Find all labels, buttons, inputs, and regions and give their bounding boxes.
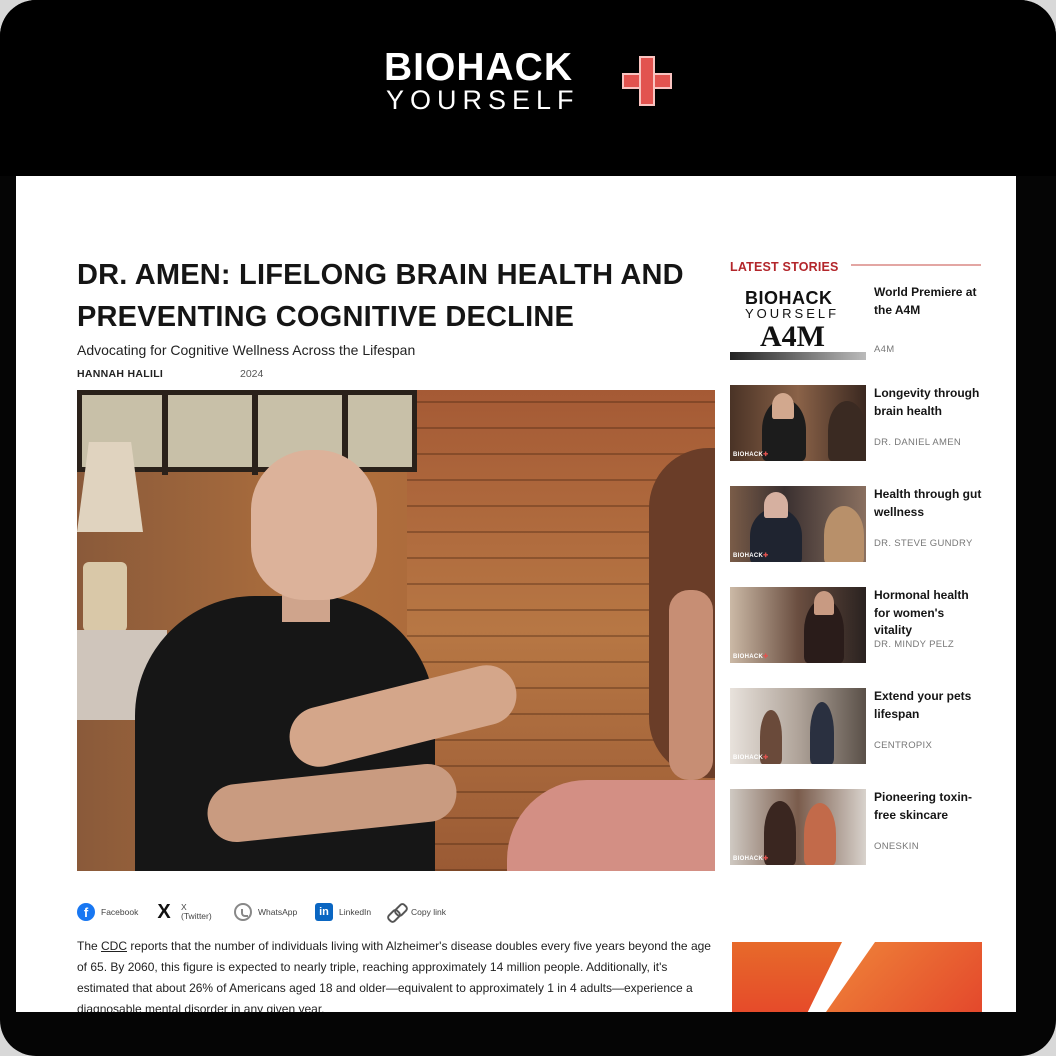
story-item[interactable]: BIOHACK✚ Longevity through brain health …: [730, 385, 984, 465]
share-facebook-label: Facebook: [101, 906, 139, 917]
logo-yourself-text: YOURSELF: [386, 85, 580, 115]
copy-link-label: Copy link: [411, 906, 446, 917]
thumb-badge: BIOHACK✚: [733, 452, 769, 458]
body-text: reports that the number of individuals l…: [77, 939, 711, 1012]
page-content: DR. AMEN: LIFELONG BRAIN HEALTH AND PREV…: [16, 176, 1016, 1012]
cdc-link[interactable]: CDC: [101, 939, 127, 953]
story-author: ONESKIN: [874, 841, 919, 852]
story-title[interactable]: Longevity through brain health: [874, 385, 984, 420]
whatsapp-icon: [234, 903, 252, 921]
story-author: DR. STEVE GUNDRY: [874, 538, 973, 549]
latest-stories-heading: LATEST STORIES: [730, 260, 839, 274]
share-x-label: X (Twitter): [181, 903, 212, 921]
story-item[interactable]: BIOHACK✚ Health through gut wellness DR.…: [730, 486, 984, 566]
story-title[interactable]: Extend your pets lifespan: [874, 688, 984, 723]
article-title: DR. AMEN: LIFELONG BRAIN HEALTH AND PREV…: [77, 259, 684, 333]
link-icon: [387, 903, 405, 921]
story-title[interactable]: World Premiere at the A4M: [874, 284, 984, 319]
share-whatsapp-label: WhatsApp: [258, 906, 298, 917]
share-bar: f Facebook X X (Twitter) WhatsApp in Lin…: [77, 900, 717, 924]
thumb-badge: BIOHACK✚: [733, 553, 769, 559]
site-header: BIOHACK YOURSELF: [0, 0, 1056, 176]
story-thumbnail[interactable]: BIOHACK✚: [730, 587, 866, 663]
story-author: CENTROPIX: [874, 740, 933, 751]
story-thumbnail[interactable]: BIOHACK✚: [730, 789, 866, 865]
article-date: 2024: [240, 368, 264, 380]
story-thumbnail[interactable]: BIOHACK✚: [730, 486, 866, 562]
browser-frame: BIOHACK YOURSELF DR. AMEN: LIFELONG BRAI…: [0, 0, 1056, 1056]
story-item[interactable]: BIOHACK✚ Extend your pets lifespan CENTR…: [730, 688, 984, 768]
story-thumbnail[interactable]: BIOHACK✚: [730, 688, 866, 764]
linkedin-icon: in: [315, 903, 333, 921]
logo-biohack-text: BIOHACK: [384, 46, 573, 89]
x-icon: X: [157, 901, 171, 923]
share-x-button[interactable]: X X (Twitter): [153, 900, 212, 924]
body-prefix: The: [77, 939, 102, 953]
share-whatsapp-button[interactable]: WhatsApp: [234, 900, 297, 924]
article-body: The CDC reports that the number of indiv…: [77, 936, 717, 1012]
story-author: DR. DANIEL AMEN: [874, 437, 962, 448]
article-hero-image: [77, 390, 715, 871]
thumb-logo-subtext: YOURSELF: [745, 306, 840, 321]
heading-divider: [851, 264, 981, 266]
story-title[interactable]: Hormonal health for women's vitality: [874, 587, 984, 640]
story-author: DR. MINDY PELZ: [874, 639, 955, 650]
article-subtitle: Advocating for Cognitive Wellness Across…: [77, 342, 416, 358]
share-linkedin-label: LinkedIn: [339, 906, 372, 917]
site-logo[interactable]: BIOHACK YOURSELF: [384, 48, 684, 118]
story-item[interactable]: BIOHACK✚ Pioneering toxin-free skincare …: [730, 789, 984, 869]
sidebar-ad-banner[interactable]: [732, 942, 982, 1012]
story-title[interactable]: Health through gut wellness: [874, 486, 984, 521]
article-author[interactable]: HANNAH HALILI: [77, 368, 163, 380]
thumb-badge: BIOHACK✚: [733, 856, 769, 862]
facebook-icon: f: [77, 903, 95, 921]
story-thumbnail[interactable]: BIOHACK✚: [730, 385, 866, 461]
latest-stories-sidebar: LATEST STORIES BIOHACK YOURSELF A4M Worl…: [730, 258, 984, 865]
story-title[interactable]: Pioneering toxin-free skincare: [874, 789, 984, 824]
thumb-a4m-text: A4M: [760, 320, 825, 353]
logo-plus-icon: [622, 56, 672, 106]
share-facebook-button[interactable]: f Facebook: [77, 900, 138, 924]
story-item[interactable]: BIOHACK✚ Hormonal health for women's vit…: [730, 587, 984, 667]
thumb-badge: BIOHACK✚: [733, 654, 769, 660]
share-x-label-line2: (Twitter): [181, 911, 212, 921]
story-item[interactable]: BIOHACK YOURSELF A4M World Premiere at t…: [730, 284, 984, 364]
share-linkedin-button[interactable]: in LinkedIn: [315, 900, 371, 924]
story-thumbnail[interactable]: BIOHACK YOURSELF A4M: [730, 284, 866, 360]
story-author: A4M: [874, 344, 895, 355]
copy-link-button[interactable]: Copy link: [387, 900, 446, 924]
thumb-badge: BIOHACK✚: [733, 755, 769, 761]
